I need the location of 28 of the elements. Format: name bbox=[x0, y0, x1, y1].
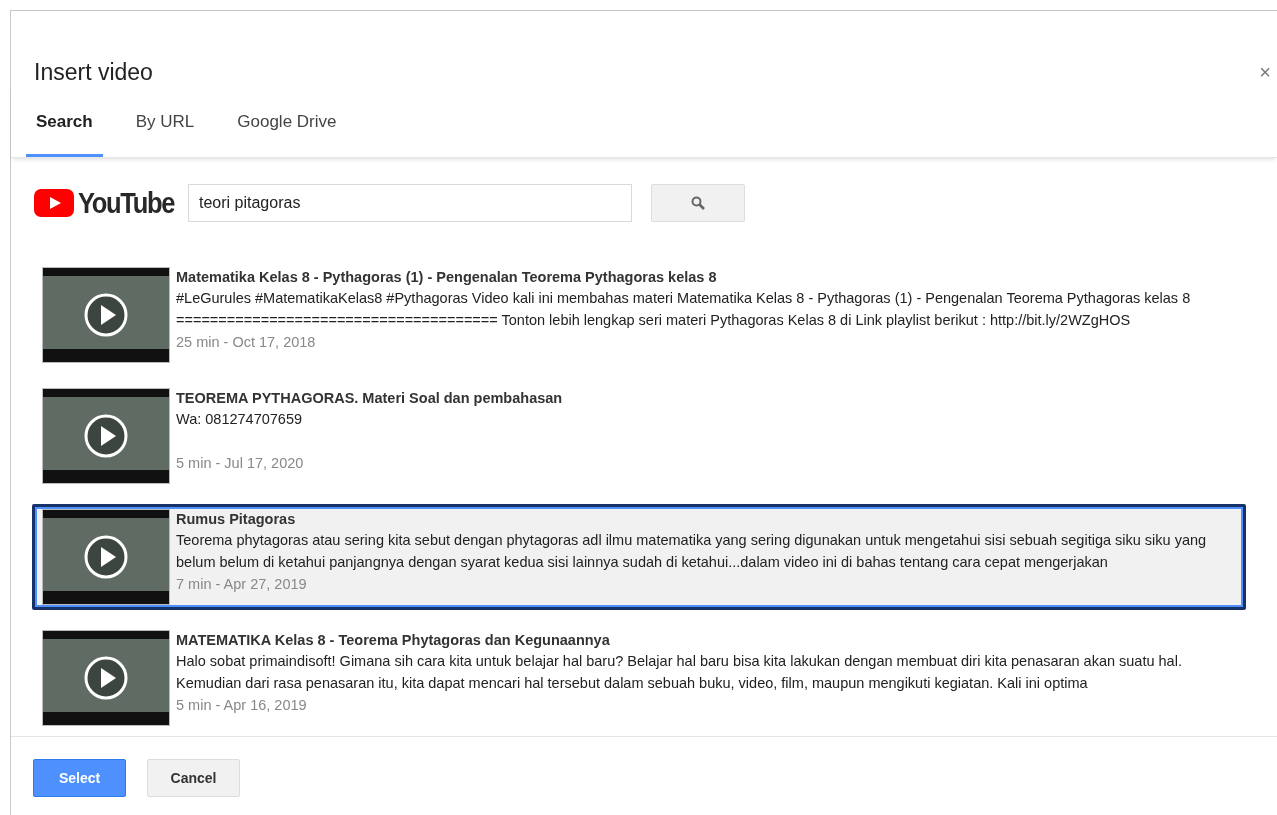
play-icon bbox=[83, 534, 129, 580]
video-result[interactable]: TEOREMA PYTHAGORAS. Materi Soal dan pembahasan Wa: 081274707659 5 min - Jul 17, 2020 bbox=[32, 383, 1246, 489]
play-icon bbox=[83, 655, 129, 701]
dialog-title: Insert video bbox=[34, 59, 153, 86]
logo-text: YouTube bbox=[78, 186, 175, 220]
video-title: TEOREMA PYTHAGORAS. Materi Soal dan pembahasan bbox=[176, 389, 563, 408]
video-title: Matematika Kelas 8 - Pythagoras (1) - Pengenalan Teorema Pythagoras kelas 8 bbox=[176, 268, 718, 287]
video-meta: 5 min - Apr 16, 2019 bbox=[176, 696, 308, 715]
video-meta: 25 min - Oct 17, 2018 bbox=[176, 333, 317, 352]
play-icon bbox=[83, 413, 129, 459]
video-description: Wa: 081274707659 bbox=[176, 410, 304, 429]
video-meta: 5 min - Jul 17, 2020 bbox=[176, 454, 305, 473]
tab[interactable]: Google Drive bbox=[227, 112, 347, 157]
video-meta: 7 min - Apr 27, 2019 bbox=[176, 575, 308, 594]
play-logo-icon bbox=[34, 189, 74, 217]
cancel-button[interactable]: Cancel bbox=[147, 759, 240, 797]
video-title: MATEMATIKA Kelas 8 - Teorema Phytagoras dan Kegunaannya bbox=[176, 631, 611, 650]
video-description: #LeGurules #MatematikaKelas8 #Pythagoras Video kali ini membahas materi Matematika Kelas 8 - Pythagoras (1) - Pengenalan Teorema Pythagoras kelas 8 ====================================== Tonton lebih lengkap seri materi Pythagoras Kelas 8 di Link playlist berikut : http://bit.ly/2WZgHOS bbox=[176, 289, 1192, 330]
search-field[interactable]: teori pitagoras bbox=[188, 184, 632, 222]
search-icon bbox=[691, 196, 705, 210]
tab[interactable]: By URL bbox=[125, 112, 205, 157]
tab[interactable]: Search bbox=[26, 112, 103, 157]
video-result[interactable] bbox=[32, 504, 1246, 610]
play-icon bbox=[83, 292, 129, 338]
video-description: Teorema phytagoras atau sering kita sebut dengan phytagoras adl ilmu matematika yang sering digunakan untuk mengetahui sisi sebuah segitiga siku siku yang belum belum di ketahui panjangnya dengan syarat kedua sisi lainnya sudah di ketahui...dalam video ini di bahas tentang cara cepat mengerjakan bbox=[176, 531, 1208, 572]
video-title: Rumus Pitagoras bbox=[176, 510, 297, 529]
close-button[interactable]: × bbox=[1259, 61, 1275, 84]
video-description: Halo sobat primaindisoft! Gimana sih cara kita untuk belajar hal baru? Belajar hal baru bisa kita lakukan dengan membuat diri kita penasaran akan suatu hal. Kemudian dari rasa penasaran itu, kita dapat mencari hal tersebut dalam sebuah buku, video, film, maupun mengikuti kegiatan. Kali ini optima bbox=[176, 652, 1183, 693]
